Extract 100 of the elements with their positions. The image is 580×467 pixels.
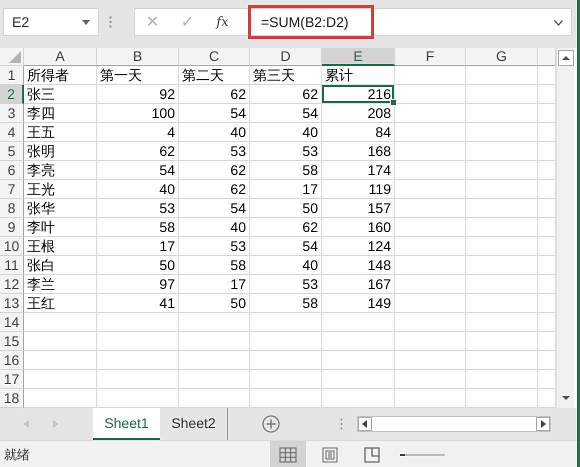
- table-cell: 62: [97, 142, 179, 161]
- empty-cell: [395, 370, 466, 389]
- row-header[interactable]: 3: [0, 104, 24, 123]
- empty-cell: [466, 237, 538, 256]
- empty-cell: [250, 370, 322, 389]
- table-cell: 58: [250, 294, 322, 313]
- table-cell: 40: [97, 180, 179, 199]
- vertical-scrollbar[interactable]: [556, 48, 574, 408]
- table-cell: 所得者: [24, 66, 97, 85]
- row-header[interactable]: 17: [0, 370, 24, 389]
- empty-cell: [395, 199, 466, 218]
- table-cell: 53: [179, 142, 250, 161]
- empty-cell: [466, 104, 538, 123]
- table-cell: 17: [179, 275, 250, 294]
- empty-cell: [250, 351, 322, 370]
- empty-cell: [466, 332, 538, 351]
- row-header[interactable]: 9: [0, 218, 24, 237]
- row-header[interactable]: 6: [0, 161, 24, 180]
- empty-cell: [466, 199, 538, 218]
- table-cell: 50: [97, 256, 179, 275]
- scroll-right-icon[interactable]: [536, 417, 550, 431]
- row-header[interactable]: 1: [0, 66, 24, 85]
- table-cell: 167: [322, 275, 395, 294]
- row-header[interactable]: 18: [0, 389, 24, 408]
- table-cell: 62: [250, 218, 322, 237]
- table-cell: 王光: [24, 180, 97, 199]
- row-header[interactable]: 16: [0, 351, 24, 370]
- page-break-icon: [364, 446, 380, 462]
- table-cell: 119: [322, 180, 395, 199]
- add-sheet-icon[interactable]: [262, 415, 280, 433]
- formula-field[interactable]: =SUM(B2:D2): [248, 5, 374, 39]
- scroll-up-icon[interactable]: [558, 50, 574, 66]
- row-header[interactable]: 10: [0, 237, 24, 256]
- column-header[interactable]: C: [179, 48, 250, 66]
- sheet-tab[interactable]: Sheet2: [160, 408, 227, 440]
- row-header[interactable]: 2: [0, 85, 24, 104]
- table-cell: 84: [322, 123, 395, 142]
- table-cell: 4: [97, 123, 179, 142]
- table-cell: 李兰: [24, 275, 97, 294]
- table-cell: 168: [322, 142, 395, 161]
- empty-cell: [466, 180, 538, 199]
- scroll-left-icon[interactable]: [358, 417, 372, 431]
- table-cell: 160: [322, 218, 395, 237]
- column-header[interactable]: E: [322, 48, 395, 66]
- empty-cell: [466, 123, 538, 142]
- empty-cell: [466, 161, 538, 180]
- empty-cell: [395, 351, 466, 370]
- table-cell: 157: [322, 199, 395, 218]
- split-handle-icon[interactable]: [340, 418, 343, 430]
- row-header[interactable]: 14: [0, 313, 24, 332]
- table-cell: 54: [97, 161, 179, 180]
- empty-cell: [395, 313, 466, 332]
- name-box[interactable]: E2: [3, 8, 99, 36]
- table-cell: 62: [179, 85, 250, 104]
- empty-cell: [466, 218, 538, 237]
- empty-cell: [466, 66, 538, 85]
- empty-cell: [250, 332, 322, 351]
- table-cell: 张华: [24, 199, 97, 218]
- sheet-tab[interactable]: Sheet1: [93, 408, 160, 440]
- table-cell: 58: [250, 161, 322, 180]
- column-header[interactable]: G: [466, 48, 538, 66]
- table-cell: 53: [250, 275, 322, 294]
- row-header[interactable]: 4: [0, 123, 24, 142]
- empty-cell: [466, 142, 538, 161]
- normal-view-button[interactable]: [270, 441, 306, 467]
- row-header[interactable]: 13: [0, 294, 24, 313]
- fill-handle[interactable]: [390, 99, 397, 106]
- table-cell: 40: [179, 123, 250, 142]
- column-header[interactable]: F: [395, 48, 466, 66]
- empty-cell: [250, 313, 322, 332]
- expand-icon[interactable]: [554, 20, 563, 26]
- insert-function-button[interactable]: fx: [205, 14, 240, 30]
- table-cell: 58: [97, 218, 179, 237]
- table-cell: 97: [97, 275, 179, 294]
- empty-cell: [466, 351, 538, 370]
- table-cell: 54: [250, 104, 322, 123]
- row-header[interactable]: 11: [0, 256, 24, 275]
- row-header[interactable]: 7: [0, 180, 24, 199]
- row-header[interactable]: 15: [0, 332, 24, 351]
- empty-cell: [466, 313, 538, 332]
- table-cell: 62: [179, 180, 250, 199]
- row-header[interactable]: 12: [0, 275, 24, 294]
- row-header[interactable]: 8: [0, 199, 24, 218]
- column-header[interactable]: D: [250, 48, 322, 66]
- horizontal-scrollbar[interactable]: [357, 416, 551, 432]
- table-cell: 100: [97, 104, 179, 123]
- row-header[interactable]: 5: [0, 142, 24, 161]
- table-cell: 40: [250, 123, 322, 142]
- table-cell: 58: [179, 256, 250, 275]
- empty-cell: [395, 180, 466, 199]
- table-cell: 124: [322, 237, 395, 256]
- dropdown-icon[interactable]: [82, 20, 90, 24]
- empty-cell: [466, 294, 538, 313]
- table-cell: 54: [250, 237, 322, 256]
- empty-cell: [395, 85, 466, 104]
- empty-cell: [466, 256, 538, 275]
- empty-cell: [466, 275, 538, 294]
- table-cell: 第二天: [179, 66, 250, 85]
- column-header[interactable]: A: [24, 48, 97, 66]
- column-header[interactable]: B: [97, 48, 179, 66]
